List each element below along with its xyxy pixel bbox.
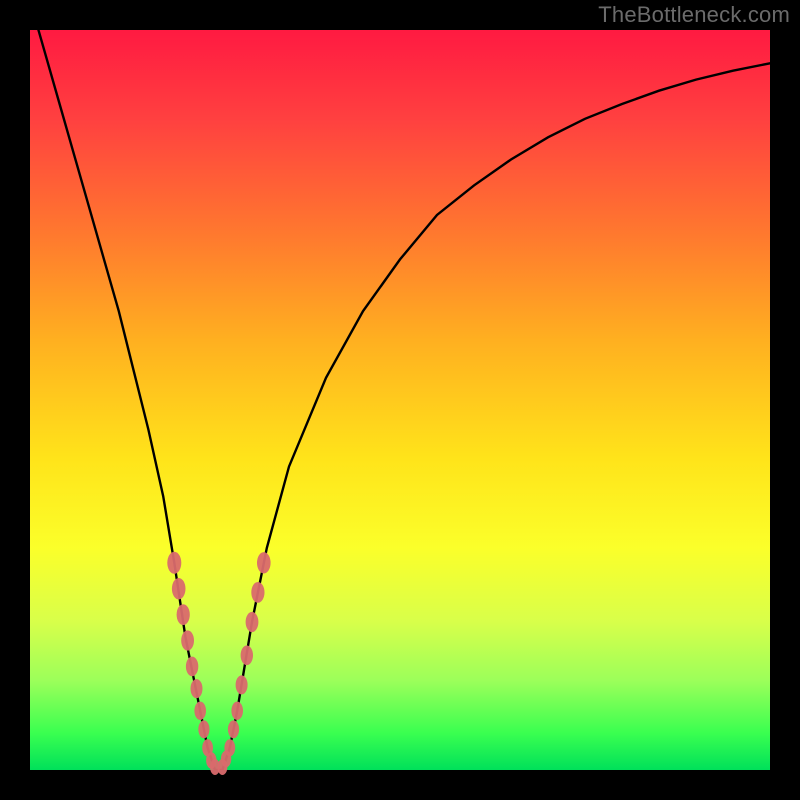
bead <box>224 739 235 756</box>
bead <box>228 720 239 738</box>
bead <box>177 604 190 625</box>
curve-svg <box>30 30 770 770</box>
bead <box>198 720 209 738</box>
bead <box>172 578 186 599</box>
bead <box>241 646 253 666</box>
outer-frame: TheBottleneck.com <box>0 0 800 800</box>
bottleneck-curve <box>30 0 770 770</box>
bead-group <box>167 552 270 775</box>
bead <box>167 552 181 574</box>
bead <box>191 679 203 698</box>
watermark-text: TheBottleneck.com <box>598 2 790 28</box>
plot-area <box>30 30 770 770</box>
bead <box>231 702 243 720</box>
bead <box>186 657 198 677</box>
bead <box>251 582 264 603</box>
bead <box>257 552 271 573</box>
bead <box>181 630 194 650</box>
bead <box>236 675 248 694</box>
bead <box>246 612 259 632</box>
bead <box>194 702 206 720</box>
